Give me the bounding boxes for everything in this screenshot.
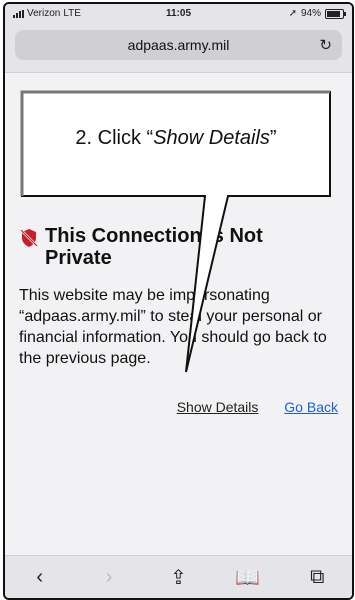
callout-emphasis: Show Details xyxy=(153,127,270,149)
callout-prefix: 2. Click “ xyxy=(75,127,154,149)
callout-annotation xyxy=(20,90,331,373)
callout-text: 2. Click “Show Details” xyxy=(26,127,326,150)
callout-suffix: ” xyxy=(269,127,277,149)
